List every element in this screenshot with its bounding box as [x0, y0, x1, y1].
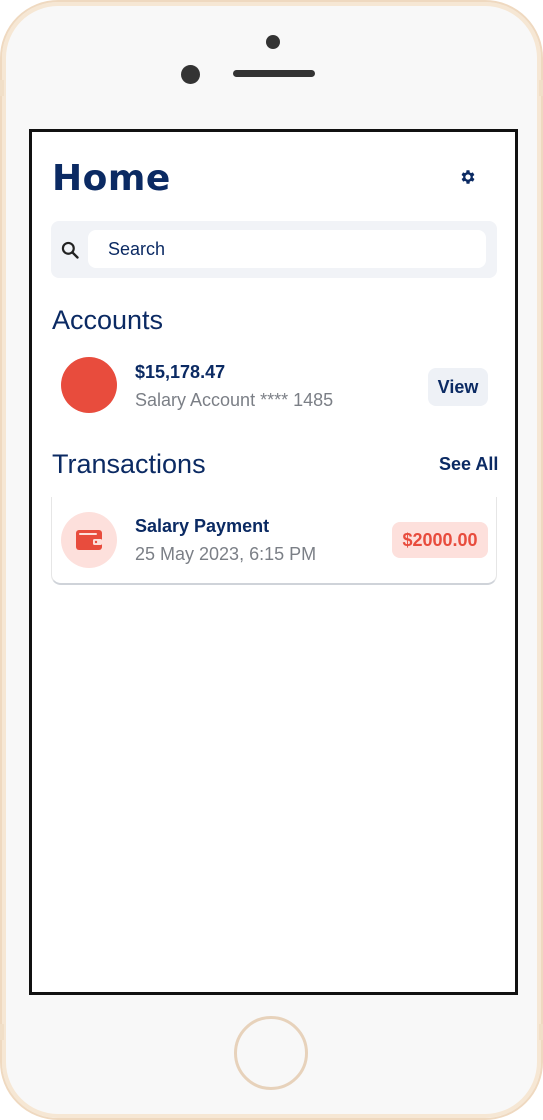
phone-frame: Home Accounts $15,178.47 Salary Account … [0, 0, 543, 1120]
wallet-icon [76, 530, 102, 550]
account-balance: $15,178.47 [135, 362, 226, 382]
account-label: Salary Account **** 1485 [135, 390, 334, 410]
side-button [0, 1024, 4, 1040]
gear-icon[interactable] [459, 168, 477, 186]
transaction-amount-badge: $2000.00 [392, 522, 488, 558]
proximity-sensor [181, 65, 200, 84]
side-button [0, 80, 4, 96]
accounts-section-title: Accounts [52, 305, 164, 335]
home-button[interactable] [234, 1016, 308, 1090]
side-button [539, 80, 543, 96]
side-button [539, 1024, 543, 1040]
search-icon[interactable] [60, 240, 80, 260]
page-title: Home [52, 158, 171, 199]
transaction-icon-badge [61, 512, 117, 568]
front-camera [266, 35, 280, 49]
search-bar [51, 221, 497, 278]
transaction-title: Salary Payment [135, 516, 270, 536]
transaction-datetime: 25 May 2023, 6:15 PM [135, 544, 317, 564]
earpiece-speaker [233, 70, 315, 77]
see-all-link[interactable]: See All [439, 454, 498, 475]
view-account-button[interactable]: View [428, 368, 488, 406]
account-avatar [61, 357, 117, 413]
app-screen: Home Accounts $15,178.47 Salary Account … [29, 129, 518, 995]
search-input[interactable] [88, 230, 486, 268]
transactions-section-title: Transactions [52, 449, 206, 479]
